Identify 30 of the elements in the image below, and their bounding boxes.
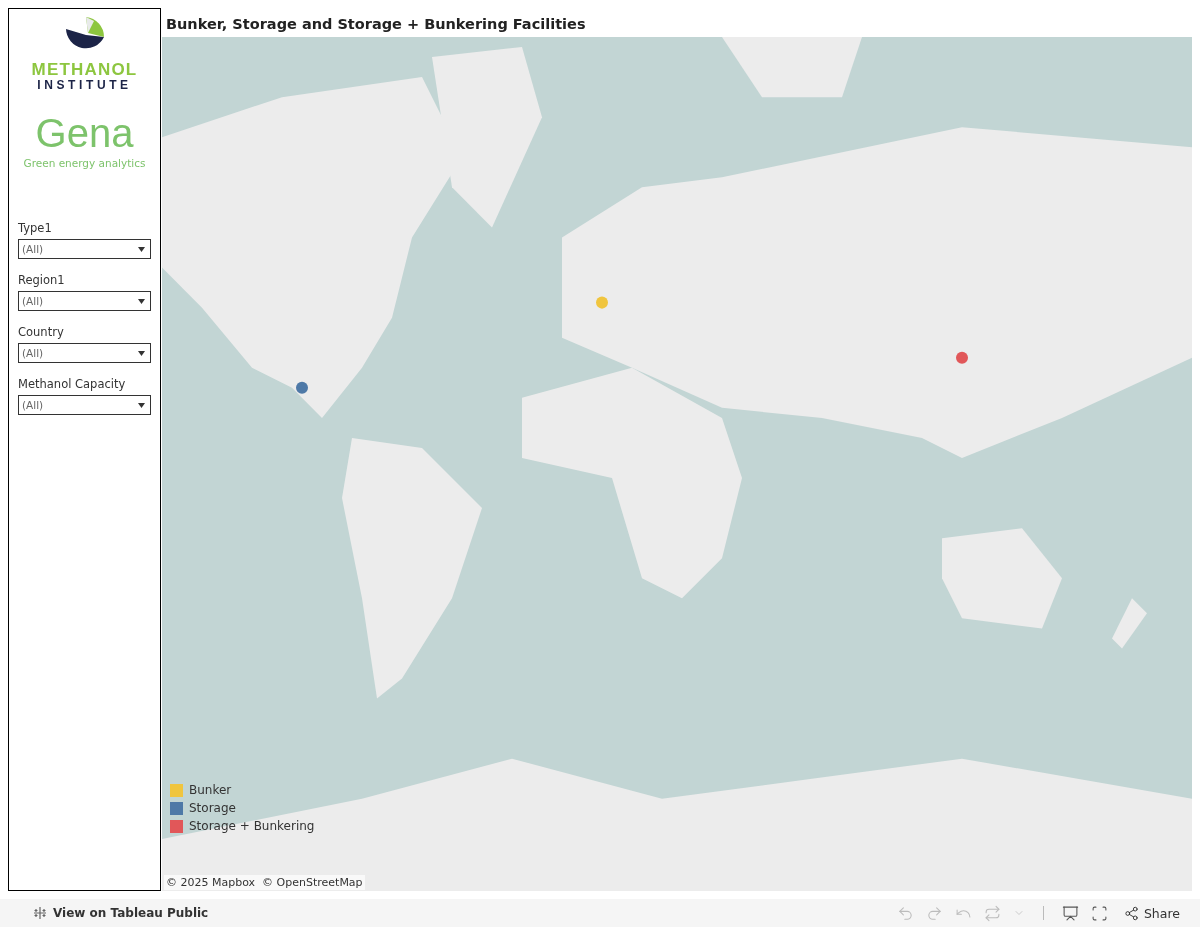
caret-icon: [138, 402, 145, 408]
share-icon: [1123, 905, 1139, 921]
legend-label: Storage + Bunkering: [189, 819, 315, 833]
filter-label: Methanol Capacity: [18, 377, 127, 392]
share-button[interactable]: Share: [1117, 904, 1186, 922]
legend-label: Bunker: [189, 783, 232, 797]
caret-icon: [138, 298, 145, 304]
filter-dropdown[interactable]: (All): [18, 343, 151, 364]
logo-text: INSTITUTE: [37, 78, 132, 92]
filter-label: Type1: [18, 221, 53, 236]
filter-label: Country: [18, 325, 65, 340]
map-attribution: © 2025 Mapbox © OpenStreetMap: [164, 875, 365, 890]
download-icon: [1061, 904, 1079, 922]
fullscreen-icon: [1090, 904, 1108, 922]
undo-icon: [896, 904, 914, 922]
brand-tagline: Green energy analytics: [23, 157, 146, 170]
filter-dropdown[interactable]: (All): [18, 395, 151, 416]
redo-icon: [925, 904, 943, 922]
dashboard-title: Bunker, Storage and Storage + Bunkering Facilities: [165, 15, 587, 34]
filter-dropdown[interactable]: (All): [18, 239, 151, 260]
brand-name: Gena: [35, 113, 134, 154]
logo-text: METHANOL: [31, 61, 138, 79]
caret-icon: [138, 350, 145, 356]
filter-label: Region1: [18, 273, 66, 288]
legend-label: Storage: [189, 801, 236, 815]
refresh-icon: [983, 904, 1001, 922]
filter-dropdown[interactable]: (All): [18, 291, 151, 312]
tableau-icon: [33, 906, 47, 920]
caret-icon: [138, 246, 145, 252]
tableau-link[interactable]: View on Tableau Public: [33, 906, 209, 920]
